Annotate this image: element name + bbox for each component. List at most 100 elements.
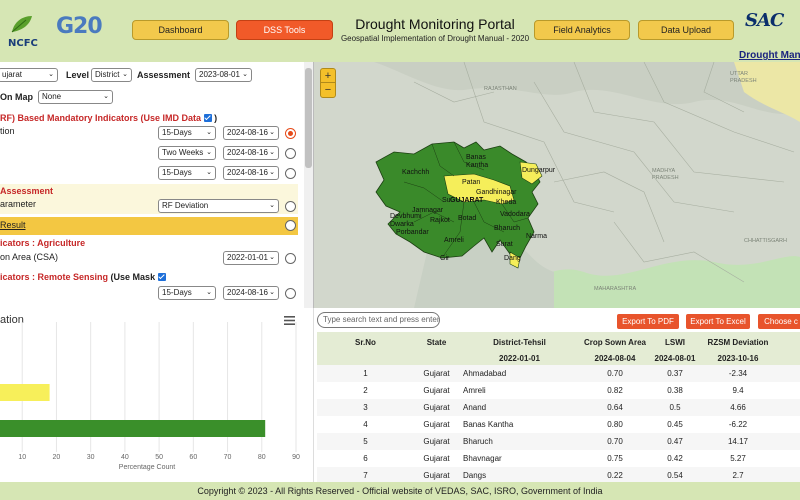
chevron-down-icon: ⌄	[269, 254, 275, 261]
indicator-radio-2[interactable]	[285, 148, 296, 159]
header: NCFC G20 Dashboard DSS Tools Drought Mon…	[0, 0, 800, 62]
chevron-down-icon: ⌄	[48, 71, 54, 78]
chart-bar[interactable]	[0, 384, 50, 401]
on-map-label: On Map	[0, 92, 33, 102]
table-cell: 1	[317, 365, 414, 382]
indicator-radio-1[interactable]	[285, 128, 296, 139]
remote-heading-text: icators : Remote Sensing	[0, 272, 109, 282]
period-select-1-value: 15-Days	[162, 128, 192, 137]
ncfc-leaf-icon	[11, 16, 32, 33]
map-label-jamnagar: Jamnagar	[412, 207, 444, 214]
result-bar[interactable]	[0, 217, 298, 235]
nav-field-analytics-button[interactable]: Field Analytics	[534, 20, 630, 40]
rs-radio[interactable]	[285, 288, 296, 299]
drought-map[interactable]: Kachchh Banas Kantha Patan Gandhinagar K…	[314, 62, 800, 308]
indicator-radio-3[interactable]	[285, 168, 296, 179]
subheader-date: 2023-10-16	[700, 352, 776, 365]
table-search-input[interactable]: Type search text and press enter	[317, 312, 440, 328]
table-row[interactable]: 2 Gujarat Amreli 0.82 0.38 9.4	[317, 382, 800, 399]
mandatory-heading-text: RF) Based Mandatory Indicators (Use IMD …	[0, 113, 202, 123]
subheader-date: 2024-08-01	[650, 352, 700, 365]
result-link[interactable]: Result	[0, 220, 26, 230]
export-pdf-button[interactable]: Export To PDF	[617, 314, 679, 329]
map-label-devbhumi: Devbhumi	[390, 213, 422, 220]
chart-tick-label: 90	[292, 454, 300, 461]
ncfc-logo: NCFC	[2, 8, 46, 52]
table-cell	[776, 382, 800, 399]
map-canvas[interactable]: Kachchh Banas Kantha Patan Gandhinagar K…	[314, 62, 800, 308]
table-cell: 0.82	[607, 386, 623, 395]
table-row[interactable]: 7 Gujarat Dangs 0.22 0.54 2.7	[317, 467, 800, 482]
col-header-state[interactable]: State	[414, 332, 459, 352]
col-header-district[interactable]: District-Tehsil	[459, 332, 580, 352]
table-cell: 5.27	[730, 454, 746, 463]
map-label-uttar: UTTAR	[730, 71, 748, 77]
drought-manual-link[interactable]: Drought Manu	[739, 50, 800, 61]
indicator-table: Sr.No State District-Tehsil Crop Sown Ar…	[317, 332, 800, 482]
table-cell: 14.17	[700, 433, 776, 450]
period-select-2[interactable]: Two Weeks ⌄	[158, 146, 216, 160]
table-cell: Anand	[459, 399, 580, 416]
panel-scrollbar[interactable]	[304, 62, 313, 308]
col-header-lswi[interactable]: LSWI	[650, 332, 700, 352]
choose-columns-button[interactable]: Choose c	[758, 314, 800, 329]
nav-data-upload-button[interactable]: Data Upload	[638, 20, 734, 40]
map-label-maharashtra: MAHARASHTRA	[594, 286, 637, 292]
csa-radio[interactable]	[285, 253, 296, 264]
assessment-date-select[interactable]: 2023-08-01 ⌄	[195, 68, 252, 82]
table-cell: 7	[317, 467, 414, 482]
date-select-3[interactable]: 2024-08-16 ⌄	[223, 166, 279, 180]
map-label-bharuch: Bharuch	[494, 225, 520, 232]
zoom-out-button[interactable]: −	[321, 83, 335, 97]
subheader-date: 2024-08-04	[580, 352, 650, 365]
remote-sensing-heading: icators : Remote Sensing (Use Mask	[0, 272, 166, 282]
rs-date-select[interactable]: 2024-08-16 ⌄	[223, 286, 279, 300]
table-row[interactable]: 3 Gujarat Anand 0.64 0.5 4.66	[317, 399, 800, 416]
table-cell: Gujarat	[414, 399, 459, 416]
export-excel-button[interactable]: Export To Excel	[686, 314, 750, 329]
period-select-1[interactable]: 15-Days ⌄	[158, 126, 216, 140]
assessment-radio[interactable]	[285, 201, 296, 212]
nav-dss-tools-button[interactable]: DSS Tools	[236, 20, 333, 40]
portal-title: Drought Monitoring Portal	[355, 16, 515, 32]
state-select[interactable]: ujarat ⌄	[0, 68, 58, 82]
col-header-crop-sown-area[interactable]: Crop Sown Area	[580, 332, 650, 352]
footer: Copyright © 2023 - All Rights Reserved -…	[0, 482, 800, 500]
zoom-in-button[interactable]: +	[321, 69, 335, 83]
parameter-select[interactable]: RF Deviation ⌄	[158, 199, 279, 213]
chart-tick-label: 10	[18, 454, 26, 461]
col-header-srno[interactable]: Sr.No	[317, 332, 414, 352]
csa-date-value: 2022-01-01	[227, 253, 268, 262]
on-map-select[interactable]: None ⌄	[38, 90, 113, 104]
use-mask-checkbox[interactable]	[157, 273, 166, 281]
table-cell: Gujarat	[423, 386, 450, 395]
nav-dashboard-button[interactable]: Dashboard	[132, 20, 229, 40]
table-row[interactable]: 4 Gujarat Banas Kantha 0.80 0.45 -6.22	[317, 416, 800, 433]
table-row[interactable]: 6 Gujarat Bhavnagar 0.75 0.42 5.27	[317, 450, 800, 467]
map-label-gujarat: GUJARAT	[450, 197, 484, 204]
table-cell: -6.22	[728, 420, 748, 429]
date-select-1[interactable]: 2024-08-16 ⌄	[223, 126, 279, 140]
result-radio[interactable]	[285, 220, 296, 231]
scrollbar-thumb[interactable]	[305, 68, 312, 168]
imd-data-checkbox[interactable]	[203, 114, 212, 122]
table-cell: 2	[363, 386, 368, 395]
chevron-down-icon: ⌄	[122, 71, 128, 78]
csa-date-select[interactable]: 2022-01-01 ⌄	[223, 251, 279, 265]
period-select-3[interactable]: 15-Days ⌄	[158, 166, 216, 180]
chart-tick-label: 50	[155, 454, 163, 461]
level-select[interactable]: District ⌄	[91, 68, 132, 82]
bar-chart: 10 20 30 40 50 60 70 80 90 Percentage Count	[0, 322, 300, 471]
chart-tick-label: 20	[53, 454, 61, 461]
map-label-gir: Gir	[440, 255, 450, 262]
chevron-down-icon: ⌄	[206, 289, 212, 296]
table-row[interactable]: 1 Gujarat Ahmadabad 0.70 0.37 -2.34	[317, 365, 800, 382]
table-row[interactable]: 5 Gujarat Bharuch 0.70 0.47 14.17	[317, 433, 800, 450]
chart-bar[interactable]	[0, 420, 266, 437]
col-header-rzsm[interactable]: RZSM Deviation	[700, 332, 776, 352]
date-select-2[interactable]: 2024-08-16 ⌄	[223, 146, 279, 160]
subheader	[776, 352, 800, 365]
table-cell: 0.42	[667, 454, 683, 463]
table-cell: 0.54	[650, 467, 700, 482]
rs-period-select[interactable]: 15-Days ⌄	[158, 286, 216, 300]
